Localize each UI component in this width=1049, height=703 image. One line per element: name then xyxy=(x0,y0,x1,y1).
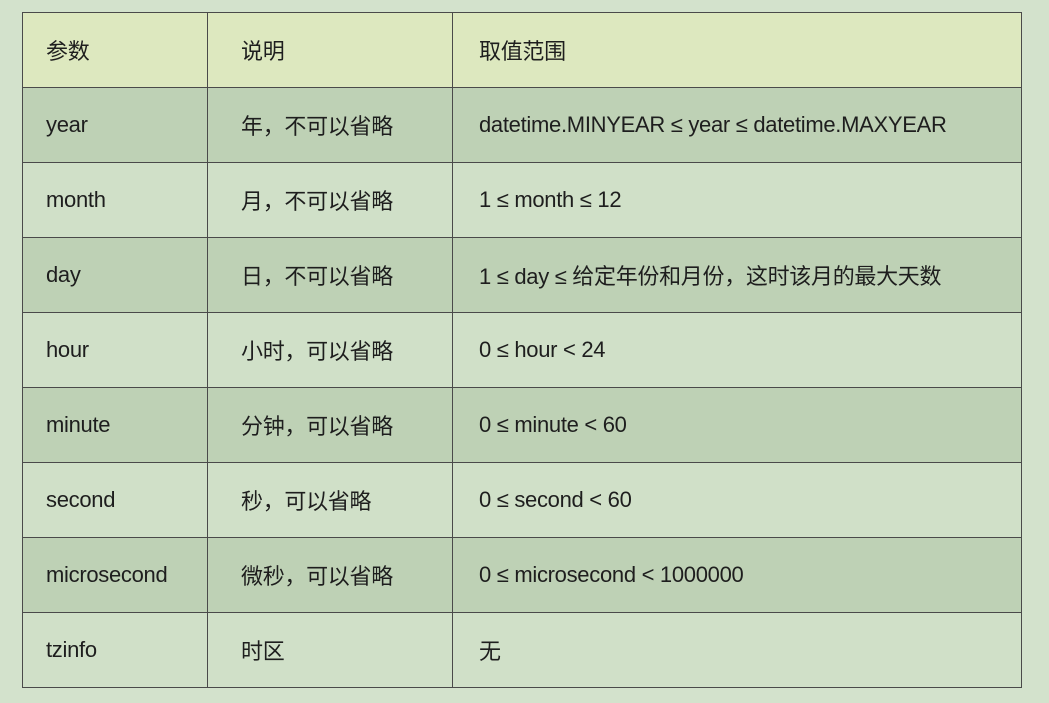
cell-range: 0 ≤ hour < 24 xyxy=(452,312,1022,388)
cell-range: 1 ≤ month ≤ 12 xyxy=(452,162,1022,238)
header-param: 参数 xyxy=(22,12,208,88)
page: 参数 说明 取值范围 year 年，不可以省略 datetime.MINYEAR… xyxy=(0,0,1049,703)
table-row-hour: hour 小时，可以省略 0 ≤ hour < 24 xyxy=(22,312,1022,388)
table-row-minute: minute 分钟，可以省略 0 ≤ minute < 60 xyxy=(22,387,1022,463)
cell-description: 分钟，可以省略 xyxy=(207,387,453,463)
cell-description: 时区 xyxy=(207,612,453,688)
cell-param: tzinfo xyxy=(22,612,208,688)
cell-param: month xyxy=(22,162,208,238)
table-header-row: 参数 说明 取值范围 xyxy=(22,12,1022,88)
cell-range: 0 ≤ microsecond < 1000000 xyxy=(452,537,1022,613)
cell-range: 无 xyxy=(452,612,1022,688)
cell-range: 0 ≤ minute < 60 xyxy=(452,387,1022,463)
cell-description: 小时，可以省略 xyxy=(207,312,453,388)
parameter-table: 参数 说明 取值范围 year 年，不可以省略 datetime.MINYEAR… xyxy=(22,12,1022,688)
cell-description: 微秒，可以省略 xyxy=(207,537,453,613)
cell-description: 年，不可以省略 xyxy=(207,87,453,163)
table-row-tzinfo: tzinfo 时区 无 xyxy=(22,612,1022,688)
table-row-microsecond: microsecond 微秒，可以省略 0 ≤ microsecond < 10… xyxy=(22,537,1022,613)
cell-param: microsecond xyxy=(22,537,208,613)
table-row-month: month 月，不可以省略 1 ≤ month ≤ 12 xyxy=(22,162,1022,238)
cell-range: 1 ≤ day ≤ 给定年份和月份，这时该月的最大天数 xyxy=(452,237,1022,313)
cell-param: second xyxy=(22,462,208,538)
cell-description: 日，不可以省略 xyxy=(207,237,453,313)
table-row-second: second 秒，可以省略 0 ≤ second < 60 xyxy=(22,462,1022,538)
table-row-year: year 年，不可以省略 datetime.MINYEAR ≤ year ≤ d… xyxy=(22,87,1022,163)
cell-param: hour xyxy=(22,312,208,388)
cell-range: 0 ≤ second < 60 xyxy=(452,462,1022,538)
cell-param: minute xyxy=(22,387,208,463)
cell-param: year xyxy=(22,87,208,163)
header-range: 取值范围 xyxy=(452,12,1022,88)
cell-description: 月，不可以省略 xyxy=(207,162,453,238)
table-row-day: day 日，不可以省略 1 ≤ day ≤ 给定年份和月份，这时该月的最大天数 xyxy=(22,237,1022,313)
header-description: 说明 xyxy=(207,12,453,88)
cell-param: day xyxy=(22,237,208,313)
cell-description: 秒，可以省略 xyxy=(207,462,453,538)
cell-range: datetime.MINYEAR ≤ year ≤ datetime.MAXYE… xyxy=(452,87,1022,163)
